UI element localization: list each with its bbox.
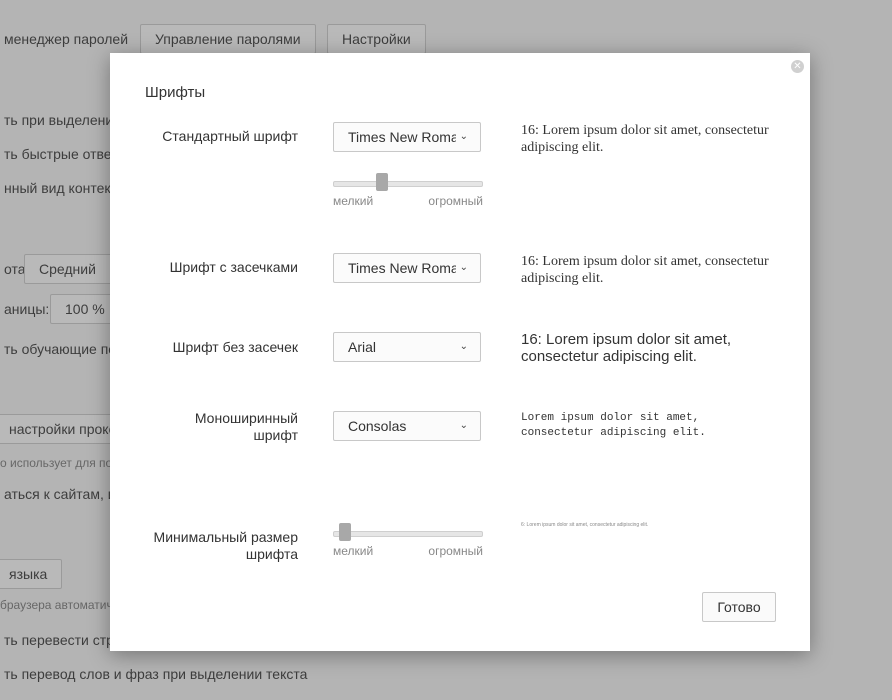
sans-font-value: Arial bbox=[348, 339, 377, 355]
standard-font-label: Стандартный шрифт bbox=[162, 128, 298, 144]
mono-font-preview: Lorem ipsum dolor sit amet, consectetur … bbox=[521, 412, 706, 439]
slider-min-label: мелкий bbox=[333, 544, 374, 558]
slider-thumb[interactable] bbox=[375, 173, 388, 191]
standard-font-preview: 16: Lorem ipsum dolor sit amet, consecte… bbox=[521, 123, 769, 155]
chevron-down-icon: ⌄ bbox=[459, 131, 468, 142]
slider-max-label: огромный bbox=[428, 194, 483, 208]
mono-font-value: Consolas bbox=[348, 418, 407, 434]
min-font-size-preview: 6: Lorem ipsum dolor sit amet, consectet… bbox=[521, 522, 649, 528]
serif-font-select[interactable]: Times New Roman ⌄ bbox=[333, 253, 481, 283]
slider-track bbox=[333, 531, 483, 537]
fonts-dialog: ✕ Шрифты Стандартный шрифт Times New Rom… bbox=[110, 53, 810, 651]
sans-font-select[interactable]: Arial ⌄ bbox=[333, 332, 481, 362]
slider-track bbox=[333, 181, 483, 187]
sans-font-preview: 16: Lorem ipsum dolor sit amet, consecte… bbox=[521, 331, 732, 365]
slider-thumb[interactable] bbox=[338, 523, 351, 541]
mono-font-label: Моноширинный шрифт bbox=[110, 410, 298, 444]
min-font-size-slider[interactable]: мелкий огромный bbox=[333, 523, 483, 558]
min-font-size-label-line2: шрифта bbox=[245, 546, 298, 562]
mono-font-label-line2: шрифт bbox=[253, 427, 298, 443]
sans-font-label: Шрифт без засечек bbox=[172, 339, 298, 355]
slider-min-label: мелкий bbox=[333, 194, 374, 208]
serif-font-label: Шрифт с засечками bbox=[169, 259, 298, 275]
slider-max-label: огромный bbox=[428, 544, 483, 558]
serif-font-preview: 16: Lorem ipsum dolor sit amet, consecte… bbox=[521, 254, 769, 286]
serif-font-value: Times New Roman bbox=[348, 260, 456, 276]
mono-font-select[interactable]: Consolas ⌄ bbox=[333, 411, 481, 441]
dialog-title: Шрифты bbox=[145, 84, 206, 101]
chevron-down-icon: ⌄ bbox=[459, 341, 468, 352]
close-icon[interactable]: ✕ bbox=[791, 60, 804, 73]
min-font-size-label-line1: Минимальный размер bbox=[153, 529, 298, 545]
done-button[interactable]: Готово bbox=[702, 592, 776, 622]
chevron-down-icon: ⌄ bbox=[459, 420, 468, 431]
standard-font-size-slider[interactable]: мелкий огромный bbox=[333, 173, 483, 208]
chevron-down-icon: ⌄ bbox=[459, 262, 468, 273]
standard-font-select[interactable]: Times New Roman ⌄ bbox=[333, 122, 481, 152]
mono-font-label-line1: Моноширинный bbox=[194, 410, 298, 426]
standard-font-value: Times New Roman bbox=[348, 129, 456, 145]
min-font-size-label: Минимальный размер шрифта bbox=[110, 529, 298, 563]
